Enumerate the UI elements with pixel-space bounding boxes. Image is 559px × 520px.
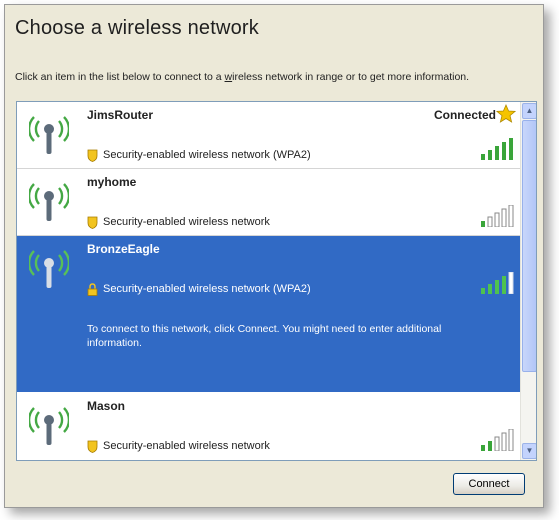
network-item-myhome[interactable]: myhome Security-enabled wireless network bbox=[17, 169, 520, 236]
signal-strength-icon bbox=[481, 205, 514, 227]
network-item-bronzeeagle[interactable]: BronzeEagle Security-enabled wireless ne… bbox=[17, 236, 520, 392]
scrollbar-thumb[interactable] bbox=[522, 120, 536, 372]
security-label: Security-enabled wireless network (WPA2) bbox=[103, 149, 311, 161]
antenna-icon bbox=[29, 407, 69, 445]
antenna-icon bbox=[29, 250, 69, 288]
network-name: myhome bbox=[87, 175, 137, 189]
page-title: Choose a wireless network bbox=[15, 17, 259, 39]
wireless-network-dialog: Choose a wireless network Click an item … bbox=[4, 4, 544, 508]
network-item-jimsrouter[interactable]: JimsRouter Connected Security-enabled wi… bbox=[17, 102, 520, 169]
instruction-post: ireless network in range or to get more … bbox=[232, 71, 470, 83]
network-name: BronzeEagle bbox=[87, 242, 160, 256]
security-row: Security-enabled wireless network (WPA2) bbox=[87, 148, 311, 162]
shield-icon bbox=[87, 149, 98, 162]
shield-icon bbox=[87, 216, 98, 229]
lock-icon bbox=[87, 282, 98, 296]
network-name: Mason bbox=[87, 399, 126, 413]
security-label: Security-enabled wireless network (WPA2) bbox=[103, 283, 311, 295]
vertical-scrollbar[interactable]: ▲ ▼ bbox=[520, 102, 536, 460]
antenna-icon bbox=[29, 183, 69, 221]
instruction-text: Click an item in the list below to conne… bbox=[15, 71, 515, 83]
signal-strength-icon bbox=[481, 272, 514, 294]
security-row: Security-enabled wireless network (WPA2) bbox=[87, 282, 311, 296]
instruction-pre: Click an item in the list below to conne… bbox=[15, 71, 225, 83]
status-badge: Connected bbox=[433, 108, 496, 122]
connect-button[interactable]: Connect bbox=[453, 473, 525, 495]
scroll-down-button[interactable]: ▼ bbox=[522, 443, 536, 459]
star-icon bbox=[496, 104, 516, 123]
signal-strength-icon bbox=[481, 138, 513, 160]
network-name: JimsRouter bbox=[87, 108, 154, 122]
signal-strength-icon bbox=[481, 429, 514, 451]
shield-icon bbox=[87, 440, 98, 453]
instruction-accelerator: w bbox=[224, 71, 233, 83]
security-label: Security-enabled wireless network bbox=[103, 216, 270, 228]
antenna-icon bbox=[29, 116, 69, 154]
network-list[interactable]: JimsRouter Connected Security-enabled wi… bbox=[16, 101, 537, 461]
scroll-up-button[interactable]: ▲ bbox=[522, 103, 536, 119]
network-item-mason[interactable]: Mason Security-enabled wireless network bbox=[17, 393, 520, 460]
security-label: Security-enabled wireless network bbox=[103, 440, 270, 452]
connect-hint: To connect to this network, click Connec… bbox=[87, 323, 442, 349]
security-row: Security-enabled wireless network bbox=[87, 439, 270, 453]
security-row: Security-enabled wireless network bbox=[87, 215, 270, 229]
